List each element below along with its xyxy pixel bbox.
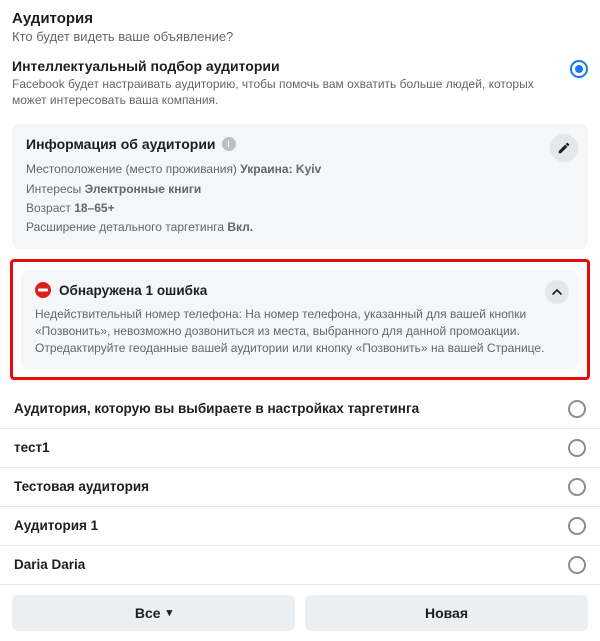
audience-label: Daria Daria <box>14 557 568 572</box>
audience-info-card: Информация об аудитории i Местоположение… <box>12 124 588 249</box>
chevron-up-icon <box>552 287 562 297</box>
audience-option[interactable]: Daria Daria <box>0 546 600 585</box>
audience-radio[interactable] <box>568 517 586 535</box>
collapse-error-button[interactable] <box>545 280 569 304</box>
edit-audience-button[interactable] <box>550 134 578 162</box>
chevron-down-icon: ▾ <box>167 606 173 619</box>
audience-radio[interactable] <box>568 478 586 496</box>
info-lines: Местоположение (место проживания) Украин… <box>26 160 574 237</box>
info-icon[interactable]: i <box>222 137 236 151</box>
audience-option[interactable]: Тестовая аудитория <box>0 468 600 507</box>
pencil-icon <box>557 141 571 155</box>
audience-label: Аудитория 1 <box>14 518 568 533</box>
audience-header: Аудитория Кто будет видеть ваше объявлен… <box>0 0 600 50</box>
all-button[interactable]: Все ▾ <box>12 595 295 631</box>
footer-buttons: Все ▾ Новая <box>0 585 600 641</box>
info-card-title: Информация об аудитории <box>26 136 216 152</box>
smart-audience-radio[interactable] <box>570 60 588 78</box>
page-subtitle: Кто будет видеть ваше объявление? <box>12 29 588 44</box>
error-icon <box>35 282 51 298</box>
audience-label: Аудитория, которую вы выбираете в настро… <box>14 401 568 416</box>
audience-radio[interactable] <box>568 439 586 457</box>
audience-radio[interactable] <box>568 400 586 418</box>
audience-option[interactable]: тест1 <box>0 429 600 468</box>
audience-option[interactable]: Аудитория, которую вы выбираете в настро… <box>0 390 600 429</box>
audience-label: Тестовая аудитория <box>14 479 568 494</box>
all-button-label: Все <box>135 605 161 621</box>
error-body: Недействительный номер телефона: На номе… <box>35 306 565 356</box>
audience-label: тест1 <box>14 440 568 455</box>
error-highlight-box: Обнаружена 1 ошибка Недействительный ном… <box>10 259 590 379</box>
audience-radio[interactable] <box>568 556 586 574</box>
page-title: Аудитория <box>12 10 588 27</box>
smart-audience-desc: Facebook будет настраивать аудиторию, чт… <box>12 76 552 108</box>
new-button[interactable]: Новая <box>305 595 588 631</box>
error-panel: Обнаружена 1 ошибка Недействительный ном… <box>21 270 579 368</box>
error-title: Обнаружена 1 ошибка <box>59 283 207 298</box>
smart-audience-title: Интеллектуальный подбор аудитории <box>12 58 552 74</box>
smart-audience-option[interactable]: Интеллектуальный подбор аудитории Facebo… <box>0 50 600 116</box>
new-button-label: Новая <box>425 605 468 621</box>
audience-option[interactable]: Аудитория 1 <box>0 507 600 546</box>
